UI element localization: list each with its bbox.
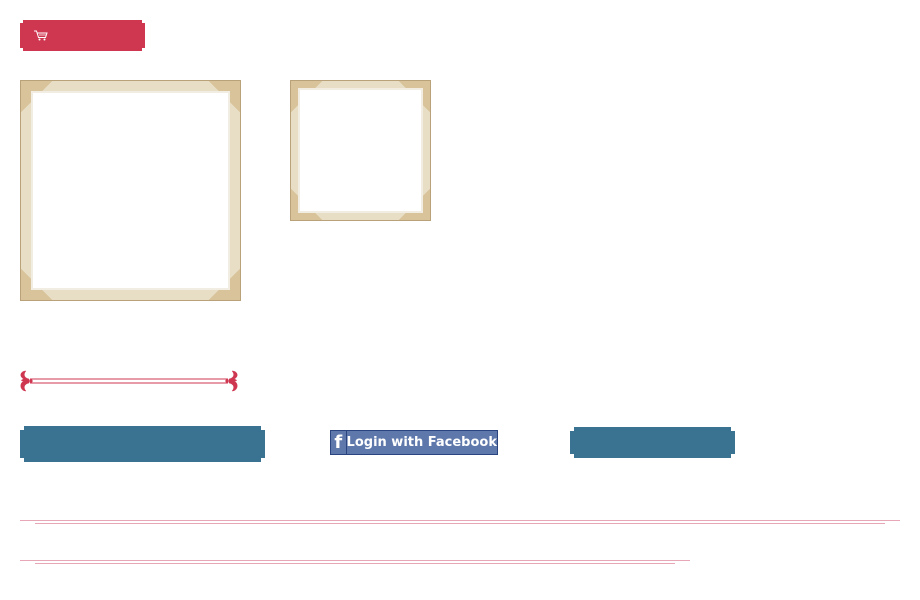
divider-line	[20, 560, 690, 561]
right-blue-button[interactable]	[570, 427, 735, 458]
facebook-login-button[interactable]: f Login with Facebook	[330, 430, 498, 455]
left-blue-button[interactable]	[20, 426, 265, 462]
small-photo-frame-inner	[298, 88, 423, 213]
facebook-f-icon: f	[331, 431, 347, 454]
ornamental-divider-icon	[20, 370, 238, 392]
divider-line	[35, 523, 885, 524]
cart-button[interactable]	[20, 20, 145, 51]
divider-line	[35, 563, 675, 564]
divider-line	[20, 520, 900, 521]
facebook-login-label: Login with Facebook	[346, 435, 497, 450]
shopping-cart-icon	[34, 30, 48, 41]
large-photo-frame-inner	[31, 91, 230, 290]
large-photo-frame	[20, 80, 241, 301]
small-photo-frame	[290, 80, 431, 221]
